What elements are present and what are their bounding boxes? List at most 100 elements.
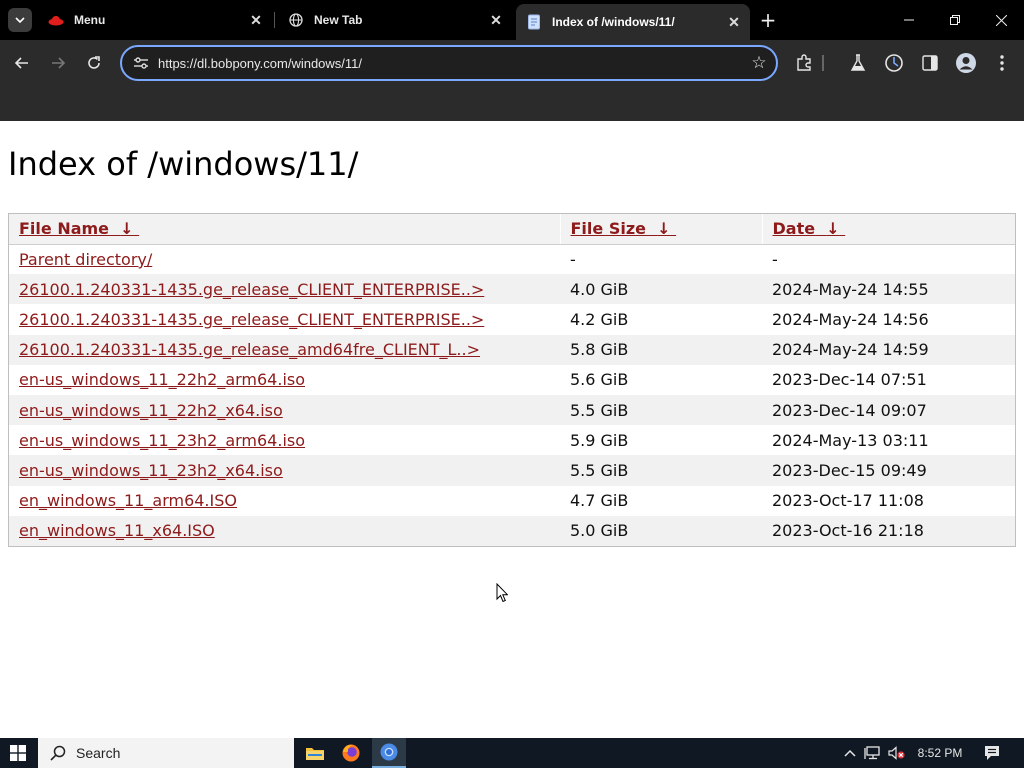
url-input[interactable] [158, 55, 742, 71]
sort-by-name-link[interactable]: File Name ↓ [19, 219, 139, 238]
tab-menu[interactable]: Menu ✕ [38, 6, 272, 34]
sort-by-size-link[interactable]: File Size ↓ [571, 219, 677, 238]
notifications-button[interactable] [978, 738, 1006, 768]
file-size-cell: 4.7 GiB [570, 491, 629, 511]
extensions-icon[interactable] [792, 51, 816, 75]
file-link[interactable]: 26100.1.240331-1435.ge_release_CLIENT_EN… [19, 280, 484, 299]
table-row: en-us_windows_11_22h2_arm64.iso 5.6 GiB … [9, 365, 1015, 395]
minimize-button[interactable] [886, 0, 932, 40]
file-name-cell: en-us_windows_11_22h2_x64.iso [9, 394, 560, 426]
restore-icon [950, 15, 960, 25]
red-hat-icon [48, 12, 64, 28]
profile-avatar-icon[interactable] [954, 51, 978, 75]
file-link[interactable]: en-us_windows_11_23h2_x64.iso [19, 461, 283, 480]
tab-separator [274, 12, 275, 28]
tab-title: Menu [74, 13, 106, 27]
tab-search-button[interactable] [8, 8, 32, 32]
tab-new-tab[interactable]: New Tab ✕ [278, 6, 512, 34]
file-date-cell: 2024-May-24 14:59 [762, 334, 1015, 365]
file-size-cell: 5.9 GiB [570, 430, 629, 450]
table-row: en_windows_11_arm64.ISO 4.7 GiB 2023-Oct… [9, 486, 1015, 516]
bookmarks-bar [0, 86, 1024, 121]
file-link[interactable]: 26100.1.240331-1435.ge_release_CLIENT_EN… [19, 310, 484, 329]
show-hidden-icons-button[interactable] [840, 738, 860, 768]
tab-index-windows-11[interactable]: Index of /windows/11/ ✕ [516, 4, 750, 40]
reload-icon [88, 56, 100, 69]
chevron-down-icon [15, 17, 25, 24]
table-row: 26100.1.240331-1435.ge_release_amd64fre_… [9, 334, 1015, 365]
forward-arrow-icon [52, 57, 66, 69]
file-size-cell: 5.5 GiB [560, 455, 762, 486]
file-table: File Name ↓ File Size ↓ Date ↓ Parent di… [9, 214, 1015, 546]
bookmark-star-icon[interactable]: ☆ [742, 47, 776, 79]
restore-button[interactable] [932, 0, 978, 40]
file-size-cell: 5.6 GiB [570, 370, 629, 390]
column-header-file-size: File Size ↓ [559, 214, 762, 245]
network-icon[interactable] [862, 738, 884, 768]
reload-button[interactable] [80, 49, 108, 77]
tab-title: New Tab [314, 13, 363, 27]
mouse-cursor-icon [496, 583, 508, 603]
sort-by-date-link[interactable]: Date ↓ [773, 219, 846, 238]
close-window-button[interactable] [978, 0, 1024, 40]
table-row: en-us_windows_11_22h2_x64.iso 5.5 GiB 20… [9, 394, 1015, 426]
file-name-cell: Parent directory/ [9, 244, 560, 274]
file-link[interactable]: en-us_windows_11_23h2_arm64.iso [19, 431, 305, 450]
side-panel-icon[interactable] [918, 51, 942, 75]
taskbar-search[interactable]: Search [38, 738, 294, 768]
file-date-cell: 2023-Dec-15 09:49 [762, 455, 1015, 486]
file-explorer-icon[interactable] [298, 738, 332, 768]
file-name-cell: en-us_windows_11_23h2_arm64.iso [9, 425, 560, 455]
file-date-cell: 2024-May-24 14:55 [762, 274, 1015, 305]
file-name-cell: en-us_windows_11_22h2_arm64.iso [9, 365, 560, 395]
file-date-cell: 2023-Dec-14 07:51 [772, 370, 927, 390]
column-header-date: Date ↓ [761, 214, 1015, 245]
firefox-icon[interactable] [334, 738, 368, 768]
file-size-cell: - [570, 249, 576, 269]
file-link[interactable]: en_windows_11_x64.ISO [19, 521, 215, 540]
table-row: Parent directory/ - - [9, 244, 1015, 274]
file-date-cell: 2024-May-24 14:56 [772, 309, 929, 329]
address-bar[interactable]: ☆ [120, 45, 778, 81]
start-button[interactable] [0, 738, 36, 768]
parent-directory-link[interactable]: Parent directory/ [19, 250, 152, 269]
page-content: Index of /windows/11/ File Name ↓ File S… [0, 121, 1024, 738]
file-size-cell: 4.2 GiB [570, 309, 629, 329]
file-link[interactable]: en_windows_11_arm64.ISO [19, 491, 237, 510]
file-link[interactable]: en-us_windows_11_22h2_arm64.iso [19, 370, 305, 389]
file-date-cell: 2024-May-13 03:11 [772, 430, 929, 450]
close-icon[interactable]: ✕ [246, 10, 266, 30]
back-arrow-icon [14, 57, 28, 69]
forward-button[interactable] [44, 49, 72, 77]
file-name-cell: 26100.1.240331-1435.ge_release_CLIENT_EN… [9, 304, 560, 334]
table-row: en-us_windows_11_23h2_x64.iso 5.5 GiB 20… [9, 455, 1015, 486]
tab-title: Index of /windows/11/ [552, 15, 675, 29]
windows-taskbar: Search 8:52 PM [0, 738, 1024, 768]
file-size-cell: 5.0 GiB [560, 515, 762, 546]
file-date-cell: - [772, 249, 778, 269]
close-icon [995, 14, 1007, 26]
tab-strip: Menu ✕ New Tab ✕ Index of /windows/11/ ✕… [0, 0, 1024, 40]
performance-icon[interactable] [882, 51, 906, 75]
windows-logo-icon [10, 745, 26, 761]
file-link[interactable]: en-us_windows_11_22h2_x64.iso [19, 401, 283, 420]
file-name-cell: en_windows_11_x64.ISO [9, 515, 560, 546]
clock[interactable]: 8:52 PM [910, 738, 970, 768]
file-name-cell: en_windows_11_arm64.ISO [9, 486, 560, 516]
file-size-cell: 5.8 GiB [560, 334, 762, 365]
search-icon [48, 743, 68, 763]
file-name-cell: 26100.1.240331-1435.ge_release_amd64fre_… [9, 334, 560, 365]
more-menu-icon[interactable] [990, 51, 1014, 75]
site-settings-icon[interactable] [124, 47, 158, 79]
file-link[interactable]: 26100.1.240331-1435.ge_release_amd64fre_… [19, 340, 480, 359]
new-tab-button[interactable]: + [756, 8, 780, 32]
close-icon[interactable]: ✕ [724, 12, 744, 32]
back-button[interactable] [8, 49, 36, 77]
labs-flask-icon[interactable] [846, 51, 870, 75]
volume-muted-icon[interactable] [886, 738, 908, 768]
close-icon[interactable]: ✕ [486, 10, 506, 30]
file-date-cell: 2023-Oct-17 11:08 [772, 491, 924, 511]
document-icon [526, 14, 542, 30]
chevron-up-icon [844, 749, 856, 757]
chrome-icon[interactable] [372, 738, 406, 768]
